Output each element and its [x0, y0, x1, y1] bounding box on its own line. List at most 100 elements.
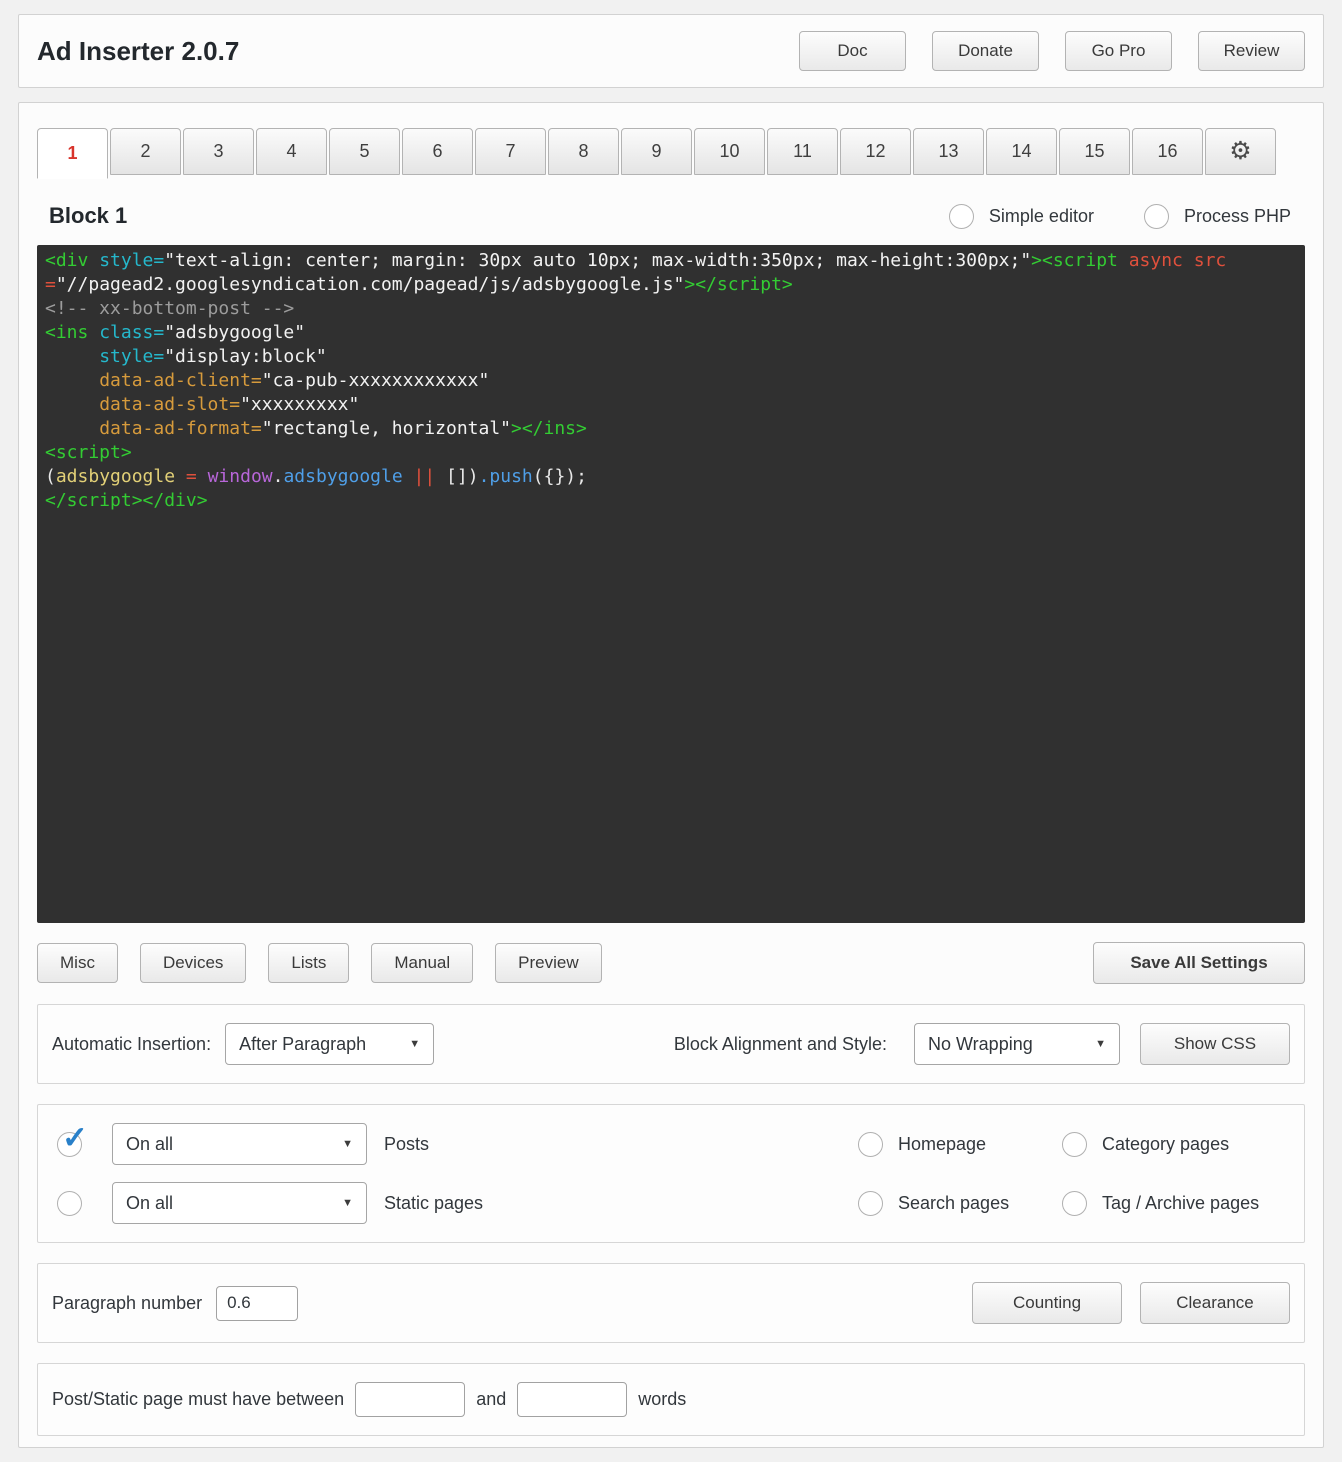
code-line: <script>: [45, 441, 1297, 465]
block-title: Block 1: [49, 203, 127, 229]
homepage-label: Homepage: [898, 1134, 986, 1155]
code-line: ="//pagead2.googlesyndication.com/pagead…: [45, 273, 1297, 297]
category-pages-label: Category pages: [1102, 1134, 1229, 1155]
display-section: On all▼PostsHomepageCategory pagesOn all…: [37, 1104, 1305, 1243]
tab-3[interactable]: 3: [183, 128, 254, 175]
code-line: </script></div>: [45, 489, 1297, 513]
automatic-insertion-select[interactable]: After Paragraph ▼: [225, 1023, 434, 1065]
devices-button[interactable]: Devices: [140, 943, 246, 983]
gear-icon: ⚙: [1229, 139, 1251, 164]
tab-1[interactable]: 1: [37, 128, 108, 179]
tab-10[interactable]: 10: [694, 128, 765, 175]
paragraph-buttons: Counting Clearance: [972, 1282, 1290, 1324]
tab-5[interactable]: 5: [329, 128, 400, 175]
block-toggles: Simple editor Process PHP: [949, 204, 1291, 229]
process-php-toggle[interactable]: Process PHP: [1144, 204, 1291, 229]
posts-label: Posts: [384, 1134, 858, 1155]
words-conjunction-label: and: [476, 1389, 506, 1410]
paragraph-number-label: Paragraph number: [52, 1293, 202, 1314]
plugin-header: Ad Inserter 2.0.7 Doc Donate Go Pro Review: [18, 14, 1324, 88]
misc-button[interactable]: Misc: [37, 943, 118, 983]
tab-14[interactable]: 14: [986, 128, 1057, 175]
paragraph-section: Paragraph number Counting Clearance: [37, 1263, 1305, 1343]
lists-button[interactable]: Lists: [268, 943, 349, 983]
code-editor[interactable]: <div style="text-align: center; margin: …: [37, 245, 1305, 923]
plugin-title: Ad Inserter 2.0.7: [37, 36, 239, 67]
block-alignment-select[interactable]: No Wrapping ▼: [914, 1023, 1120, 1065]
doc-button[interactable]: Doc: [799, 31, 906, 71]
category-pages-checkbox[interactable]: [1062, 1132, 1087, 1157]
toolbar-buttons: Misc Devices Lists Manual Preview: [37, 943, 1093, 983]
category-pages-toggle[interactable]: Category pages: [1062, 1132, 1290, 1157]
tab-6[interactable]: 6: [402, 128, 473, 175]
static-pages-checkbox[interactable]: [57, 1191, 82, 1216]
tag-archive-pages-toggle[interactable]: Tag / Archive pages: [1062, 1191, 1290, 1216]
process-php-label: Process PHP: [1184, 206, 1291, 227]
code-line: <!-- xx-bottom-post -->: [45, 297, 1297, 321]
manual-button[interactable]: Manual: [371, 943, 473, 983]
search-pages-label: Search pages: [898, 1193, 1009, 1214]
words-section: Post/Static page must have between and w…: [37, 1363, 1305, 1436]
save-all-settings-button[interactable]: Save All Settings: [1093, 942, 1305, 984]
chevron-down-icon: ▼: [409, 1038, 420, 1050]
static-pages-scope-value: On all: [126, 1193, 173, 1214]
words-suffix-label: words: [638, 1389, 686, 1410]
tab-7[interactable]: 7: [475, 128, 546, 175]
paragraph-number-input[interactable]: [216, 1286, 298, 1321]
tab-13[interactable]: 13: [913, 128, 984, 175]
tab-2[interactable]: 2: [110, 128, 181, 175]
search-pages-checkbox[interactable]: [858, 1191, 883, 1216]
posts-scope-select[interactable]: On all ▼: [112, 1123, 367, 1165]
display-row: On all▼Static pagesSearch pagesTag / Arc…: [52, 1182, 1290, 1224]
tab-9[interactable]: 9: [621, 128, 692, 175]
go-pro-button[interactable]: Go Pro: [1065, 31, 1172, 71]
tab-8[interactable]: 8: [548, 128, 619, 175]
clearance-button[interactable]: Clearance: [1140, 1282, 1290, 1324]
code-line: data-ad-format="rectangle, horizontal"><…: [45, 417, 1297, 441]
static-pages-scope-select[interactable]: On all ▼: [112, 1182, 367, 1224]
simple-editor-checkbox[interactable]: [949, 204, 974, 229]
max-words-input[interactable]: [517, 1382, 627, 1417]
homepage-toggle[interactable]: Homepage: [858, 1132, 1062, 1157]
code-line: <div style="text-align: center; margin: …: [45, 249, 1297, 273]
tab-12[interactable]: 12: [840, 128, 911, 175]
code-line: data-ad-client="ca-pub-xxxxxxxxxxxx": [45, 369, 1297, 393]
tag-archive-pages-label: Tag / Archive pages: [1102, 1193, 1259, 1214]
code-line: <ins class="adsbygoogle": [45, 321, 1297, 345]
min-words-input[interactable]: [355, 1382, 465, 1417]
preview-button[interactable]: Preview: [495, 943, 601, 983]
display-row: On all ▼ Posts Homepage Category pages: [52, 1123, 1290, 1165]
tag-archive-pages-checkbox[interactable]: [1062, 1191, 1087, 1216]
insertion-section: Automatic Insertion: After Paragraph ▼ B…: [37, 1004, 1305, 1084]
header-buttons: Doc Donate Go Pro Review: [799, 31, 1305, 71]
show-css-button[interactable]: Show CSS: [1140, 1023, 1290, 1065]
chevron-down-icon: ▼: [342, 1138, 353, 1150]
words-prefix-label: Post/Static page must have between: [52, 1389, 344, 1410]
code-line: style="display:block": [45, 345, 1297, 369]
tab-4[interactable]: 4: [256, 128, 327, 175]
tab-11[interactable]: 11: [767, 128, 838, 175]
block-alignment-value: No Wrapping: [928, 1034, 1033, 1055]
review-button[interactable]: Review: [1198, 31, 1305, 71]
simple-editor-toggle[interactable]: Simple editor: [949, 204, 1094, 229]
block-header: Block 1 Simple editor Process PHP: [49, 203, 1291, 229]
posts-checkbox[interactable]: [57, 1132, 82, 1157]
counting-button[interactable]: Counting: [972, 1282, 1122, 1324]
search-pages-toggle[interactable]: Search pages: [858, 1191, 1062, 1216]
code-line: (adsbygoogle = window.adsbygoogle || [])…: [45, 465, 1297, 489]
tab-settings[interactable]: ⚙: [1205, 128, 1276, 175]
posts-scope-value: On all: [126, 1134, 173, 1155]
tab-16[interactable]: 16: [1132, 128, 1203, 175]
tab-15[interactable]: 15: [1059, 128, 1130, 175]
simple-editor-label: Simple editor: [989, 206, 1094, 227]
chevron-down-icon: ▼: [1095, 1038, 1106, 1050]
homepage-checkbox[interactable]: [858, 1132, 883, 1157]
donate-button[interactable]: Donate: [932, 31, 1039, 71]
display-rows: On all▼PostsHomepageCategory pagesOn all…: [52, 1123, 1290, 1224]
block-alignment-label: Block Alignment and Style:: [674, 1034, 887, 1055]
automatic-insertion-label: Automatic Insertion:: [52, 1034, 211, 1055]
tab-bar: 12345678910111213141516⚙: [37, 128, 1305, 179]
page: Ad Inserter 2.0.7 DocDonateGo ProReview …: [0, 0, 1342, 1462]
process-php-checkbox[interactable]: [1144, 204, 1169, 229]
chevron-down-icon: ▼: [342, 1197, 353, 1209]
